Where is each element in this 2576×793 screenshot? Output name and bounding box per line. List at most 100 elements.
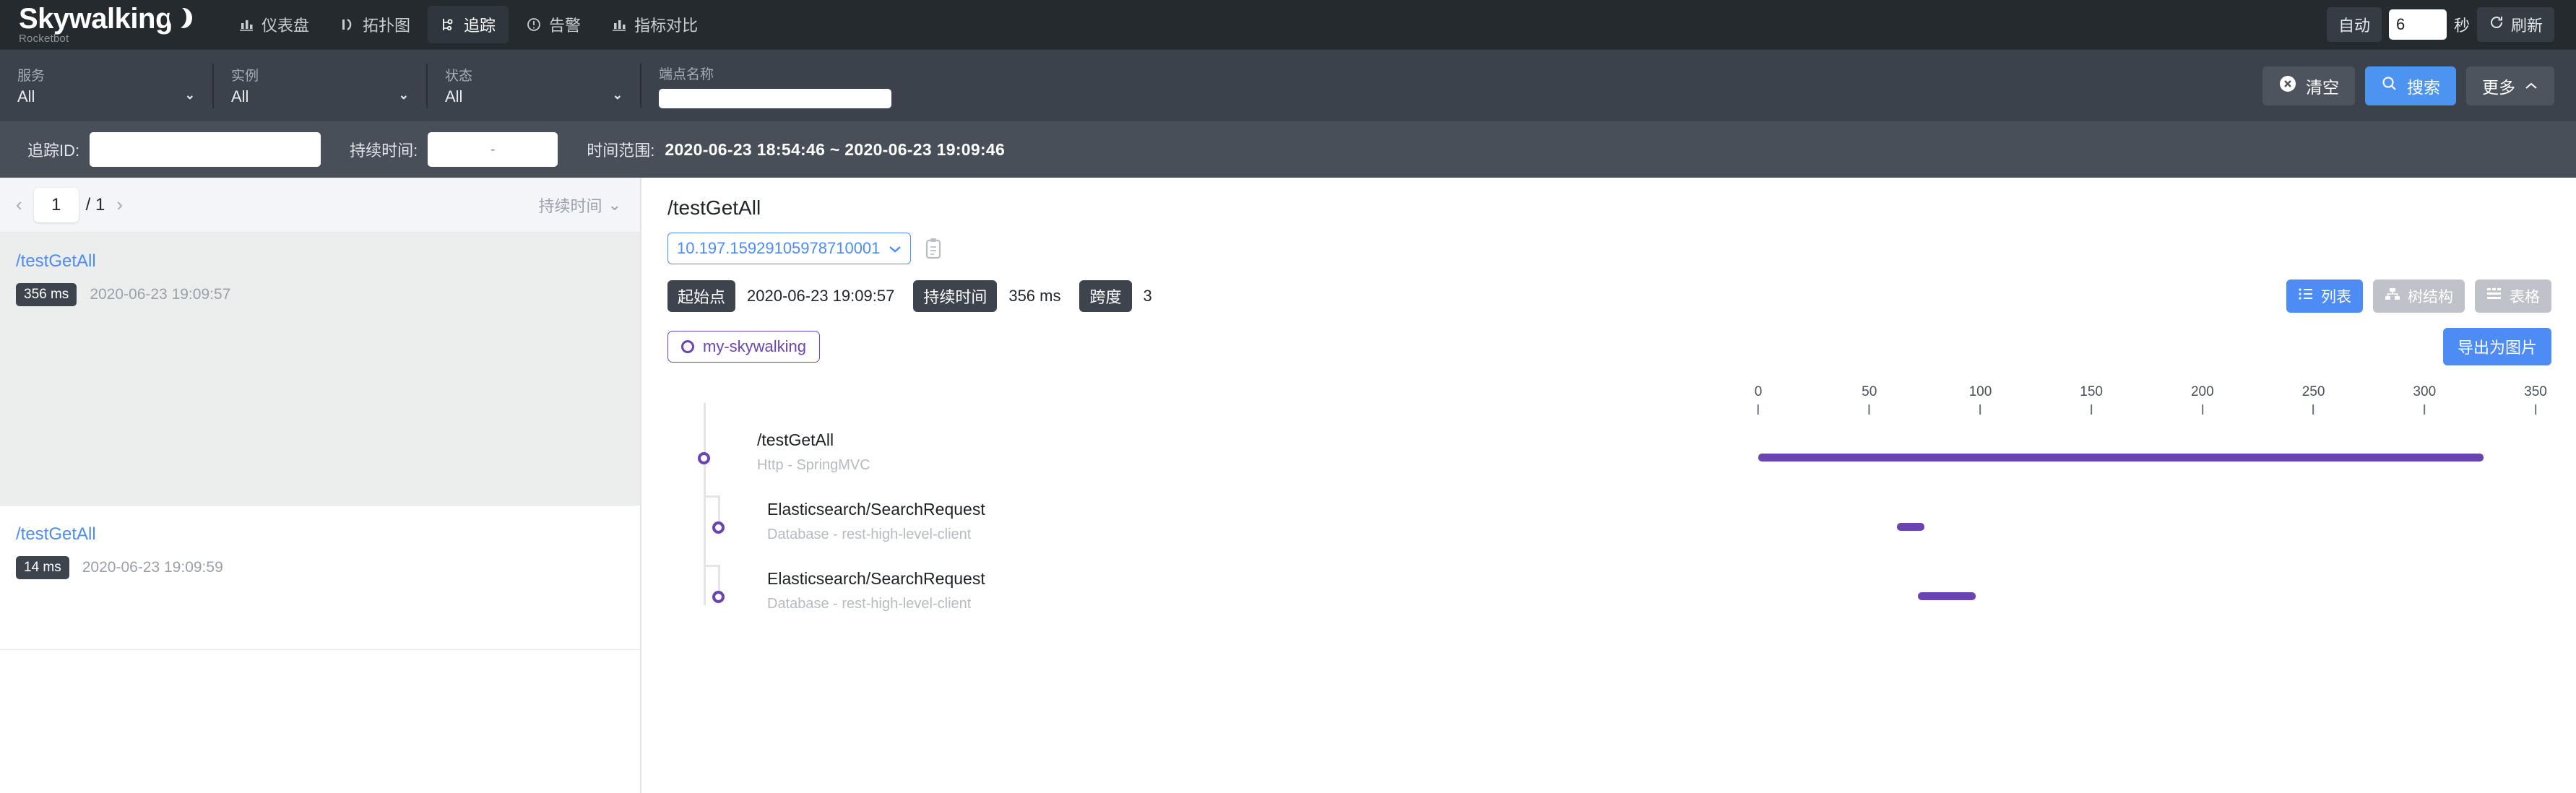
more-button[interactable]: 更多 <box>2466 66 2554 105</box>
span-text: Elasticsearch/SearchRequest Database - r… <box>767 500 985 543</box>
view-mode-tree[interactable]: 树结构 <box>2373 280 2465 313</box>
duration-filter-label: 持续时间: <box>350 142 418 160</box>
current-page-input[interactable]: 1 <box>33 187 79 222</box>
sort-by-duration[interactable]: 持续时间 ⌄ <box>539 194 621 217</box>
start-time-label: 起始点 <box>667 280 736 312</box>
nav-item-topology-label: 拓扑图 <box>363 17 411 35</box>
timeline-tick: 300 <box>2413 384 2436 415</box>
span-bar[interactable] <box>1897 523 1924 531</box>
span-name: Elasticsearch/SearchRequest <box>767 500 985 519</box>
clipboard-icon[interactable] <box>924 238 943 259</box>
nav-item-alarm[interactable]: 告警 <box>513 6 594 43</box>
nav-item-trace-label: 追踪 <box>464 17 496 35</box>
chevron-down-icon: ⌄ <box>608 195 621 214</box>
advanced-filter-bar: 追踪ID: 持续时间: - 时间范围: 2020-06-23 18:54:46 … <box>0 121 2576 178</box>
filter-bar: 服务 All ⌄ 实例 All ⌄ 状态 All ⌄ 端点名称 清空 搜索 更多 <box>0 49 2576 121</box>
service-chip[interactable]: my-skywalking <box>667 331 821 363</box>
filter-endpoint-label: 端点名称 <box>659 66 714 82</box>
timeline-tick-label: 350 <box>2524 384 2547 399</box>
span-bar[interactable] <box>1918 592 1976 600</box>
filter-status-value: All <box>445 87 463 105</box>
export-image-button[interactable]: 导出为图片 <box>2442 328 2551 365</box>
timeline-ruler: 0 50 100 150 200 250 300 350 <box>1755 384 2547 422</box>
filter-service[interactable]: 服务 All ⌄ <box>0 63 214 108</box>
timeline-tick-mark <box>1868 404 1870 415</box>
duration-filter-value[interactable]: - <box>428 132 558 167</box>
traceid-input[interactable] <box>90 132 321 167</box>
traceid-select[interactable]: 10.197.15929105978710001 <box>667 233 912 264</box>
timeline-tick: 0 <box>1755 384 1762 415</box>
page-title: /testGetAll <box>667 196 761 219</box>
timeline-tick-mark <box>2091 404 2093 415</box>
span-count-label: 跨度 <box>1079 280 1132 312</box>
trace-list-item[interactable]: /testGetAll 14 ms 2020-06-23 19:09:59 <box>0 506 640 650</box>
span-row[interactable]: /testGetAll Http - SpringMVC <box>667 423 2551 493</box>
pagination: ‹ 1 / 1 › <box>12 187 127 222</box>
time-range-value[interactable]: 2020-06-23 18:54:46 ~ 2020-06-23 19:09:4… <box>665 140 1005 160</box>
trace-item-duration: 14 ms <box>16 556 69 579</box>
span-layer: Http - SpringMVC <box>757 457 870 473</box>
nav-item-compare[interactable]: 指标对比 <box>598 6 711 43</box>
search-button[interactable]: 搜索 <box>2365 66 2456 105</box>
filter-service-value: All <box>17 87 35 105</box>
nav-item-alarm-label: 告警 <box>549 17 582 35</box>
prev-page-button[interactable]: ‹ <box>12 194 27 216</box>
auto-refresh-interval-input[interactable] <box>2388 9 2447 40</box>
nav-item-dashboard[interactable]: 仪表盘 <box>225 6 322 43</box>
refresh-icon <box>2489 14 2504 35</box>
span-row[interactable]: Elasticsearch/SearchRequest Database - r… <box>667 562 2551 631</box>
next-page-button[interactable]: › <box>112 194 127 216</box>
brand-logo[interactable]: Skywalking Rocketbot <box>19 4 192 45</box>
timeline-tick-label: 50 <box>1862 384 1877 399</box>
timeline-tick: 250 <box>2302 384 2325 415</box>
clear-button[interactable]: 清空 <box>2262 66 2355 105</box>
trace-list-item[interactable]: /testGetAll 356 ms 2020-06-23 19:09:57 <box>0 233 640 506</box>
refresh-button[interactable]: 刷新 <box>2476 7 2554 42</box>
timeline-tick-label: 150 <box>2080 384 2103 399</box>
span-row[interactable]: Elasticsearch/SearchRequest Database - r… <box>667 493 2551 562</box>
chevron-down-icon: ⌄ <box>184 87 195 102</box>
nav-items: 仪表盘 拓扑图 追踪 告警 指标对比 <box>225 6 711 43</box>
view-mode-table[interactable]: 表格 <box>2475 280 2551 313</box>
filter-actions: 清空 搜索 更多 <box>2262 66 2554 105</box>
search-icon <box>2381 75 2398 97</box>
table-icon <box>2486 287 2502 305</box>
trace-item-name: /testGetAll <box>16 524 96 544</box>
view-mode-list-label: 列表 <box>2321 289 2351 306</box>
filter-service-label: 服务 <box>17 69 46 84</box>
timeline-tick-mark <box>1979 404 1981 415</box>
trace-list-panel: ‹ 1 / 1 › 持续时间 ⌄ /testGetAll 356 ms 2020… <box>0 178 641 793</box>
start-time-value: 2020-06-23 19:09:57 <box>747 287 895 305</box>
total-pages-label: / 1 <box>85 194 105 214</box>
view-mode-list[interactable]: 列表 <box>2286 280 2363 313</box>
nav-item-topology[interactable]: 拓扑图 <box>327 6 423 43</box>
moon-icon <box>168 6 192 30</box>
span-node-icon <box>712 521 725 534</box>
filter-instance[interactable]: 实例 All ⌄ <box>214 63 428 108</box>
filter-status-label: 状态 <box>445 69 473 84</box>
list-icon <box>2298 287 2314 305</box>
sort-label: 持续时间 <box>538 196 602 215</box>
span-node-icon <box>712 591 725 603</box>
more-label: 更多 <box>2482 77 2515 97</box>
view-mode-table-label: 表格 <box>2510 289 2540 306</box>
span-bar[interactable] <box>1758 454 2484 462</box>
timeline-tick-label: 200 <box>2190 384 2214 399</box>
duration-label: 持续时间 <box>913 280 998 312</box>
time-range-label: 时间范围: <box>587 142 655 160</box>
filter-status[interactable]: 状态 All ⌄ <box>428 63 641 108</box>
timeline-tick-mark <box>1757 404 1759 415</box>
trace-waterfall-chart: 0 50 100 150 200 250 300 350 /testGetAll… <box>667 384 2551 688</box>
chevron-down-icon: ⌄ <box>612 87 623 102</box>
timeline-tick-mark <box>2424 404 2426 415</box>
span-text: /testGetAll Http - SpringMVC <box>757 430 870 474</box>
main-content: ‹ 1 / 1 › 持续时间 ⌄ /testGetAll 356 ms 2020… <box>0 178 2576 793</box>
auto-refresh-toggle[interactable]: 自动 <box>2326 7 2382 42</box>
nav-item-trace[interactable]: 追踪 <box>428 6 509 43</box>
endpoint-name-input[interactable] <box>659 88 891 108</box>
auto-refresh-unit-label: 秒 <box>2453 17 2470 35</box>
top-navigation-bar: Skywalking Rocketbot 仪表盘 拓扑图 追踪 告警 指标对比 … <box>0 0 2576 49</box>
timeline-tick-label: 300 <box>2413 384 2437 399</box>
timeline-tick: 200 <box>2191 384 2214 415</box>
trace-summary-chips: 起始点 2020-06-23 19:09:57 持续时间 356 ms 跨度 3… <box>667 280 2551 313</box>
